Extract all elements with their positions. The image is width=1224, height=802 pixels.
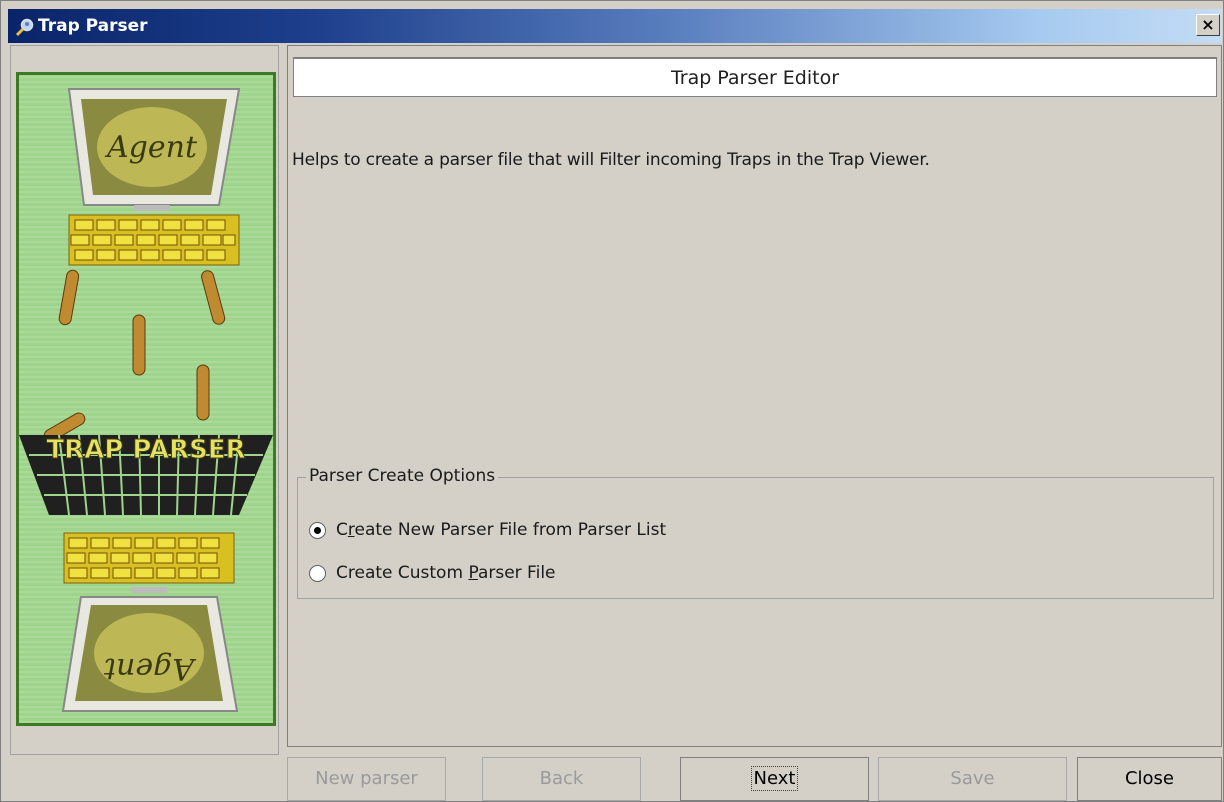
bottom-keyboard-graphic: [63, 532, 235, 584]
trap-parser-banner-image: Agent TRAP PARSER Agent: [16, 72, 276, 726]
top-screen-text: Agent: [104, 130, 198, 165]
top-keyboard-graphic: [68, 214, 240, 266]
banner-title-text: TRAP PARSER: [46, 435, 245, 465]
title-bar[interactable]: Trap Parser ×: [8, 9, 1222, 43]
radio-button-selected[interactable]: [309, 521, 326, 539]
magnifier-person-icon: [15, 18, 34, 37]
save-button[interactable]: Save: [878, 757, 1067, 801]
trap-parser-window: Trap Parser × Agent TRAP PARSER Agent Tr…: [0, 0, 1224, 802]
option-create-new-from-list[interactable]: Create New Parser File from Parser List: [309, 517, 666, 543]
group-legend: Parser Create Options: [306, 466, 499, 486]
option-label: Create New Parser File from Parser List: [336, 520, 667, 540]
option-create-custom[interactable]: Create Custom Parser File: [309, 560, 556, 586]
radio-button[interactable]: [309, 564, 326, 582]
next-button[interactable]: Next: [680, 757, 869, 801]
bottom-screen-text: Agent: [103, 651, 197, 686]
description-text: Helps to create a parser file that will …: [292, 150, 930, 170]
close-icon[interactable]: ×: [1196, 14, 1220, 36]
window-title: Trap Parser: [38, 16, 148, 36]
option-label: Create Custom Parser File: [336, 563, 556, 583]
banner-illustration: Agent TRAP PARSER Agent: [19, 88, 273, 712]
trap-parser-grid-graphic: TRAP PARSER: [19, 435, 273, 516]
close-button[interactable]: Close: [1077, 757, 1222, 801]
new-parser-button[interactable]: New parser: [287, 757, 446, 801]
page-title: Trap Parser Editor: [293, 57, 1217, 97]
back-button[interactable]: Back: [482, 757, 641, 801]
